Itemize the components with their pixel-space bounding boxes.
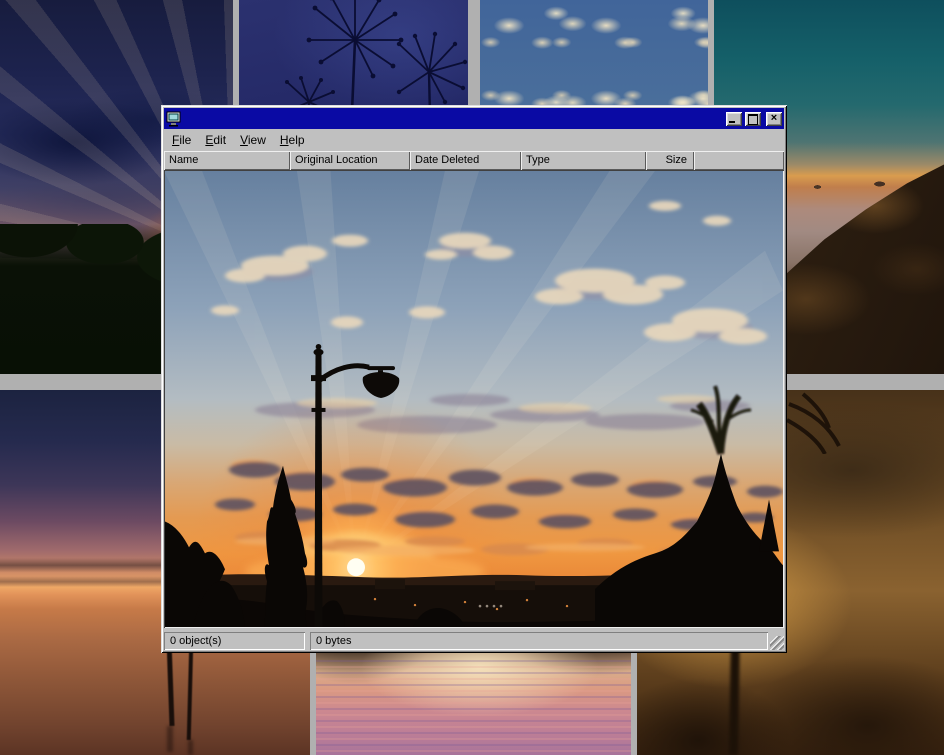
desktop-collage: × File Edit View Help Name Original Loca… xyxy=(0,0,944,755)
column-header-type[interactable]: Type xyxy=(521,151,646,170)
computer-icon xyxy=(166,111,182,127)
lake-pole-reflection xyxy=(167,726,173,752)
close-button[interactable]: × xyxy=(766,112,782,126)
status-bar: 0 object(s) 0 bytes xyxy=(164,630,784,650)
status-objects: 0 object(s) xyxy=(164,632,305,650)
menu-view[interactable]: View xyxy=(233,131,273,149)
maximize-icon xyxy=(748,114,758,125)
column-header-original-location[interactable]: Original Location xyxy=(290,151,410,170)
lake-pole-reflection xyxy=(188,740,193,755)
branch-silhouette xyxy=(785,390,855,454)
status-size: 0 bytes xyxy=(310,632,768,650)
recycle-bin-window: × File Edit View Help Name Original Loca… xyxy=(161,105,787,653)
minimize-icon xyxy=(729,121,735,123)
column-header-blank[interactable] xyxy=(694,151,784,170)
resize-grip-icon[interactable] xyxy=(770,636,784,650)
menu-bar: File Edit View Help xyxy=(164,130,784,150)
maximize-button[interactable] xyxy=(745,112,761,126)
lake-pole xyxy=(187,644,194,740)
file-list-area[interactable] xyxy=(164,170,784,628)
column-header-date-deleted[interactable]: Date Deleted xyxy=(410,151,521,170)
column-header-name[interactable]: Name xyxy=(164,151,290,170)
menu-edit[interactable]: Edit xyxy=(198,131,233,149)
titlebar[interactable]: × xyxy=(164,108,784,129)
close-icon: × xyxy=(766,112,782,126)
minimize-button[interactable] xyxy=(726,112,742,126)
menu-help[interactable]: Help xyxy=(273,131,312,149)
menu-file[interactable]: File xyxy=(165,131,198,149)
column-header-size[interactable]: Size xyxy=(646,151,694,170)
street-lamp-sunset-photo xyxy=(165,171,783,627)
column-header-row: Name Original Location Date Deleted Type… xyxy=(164,151,784,170)
